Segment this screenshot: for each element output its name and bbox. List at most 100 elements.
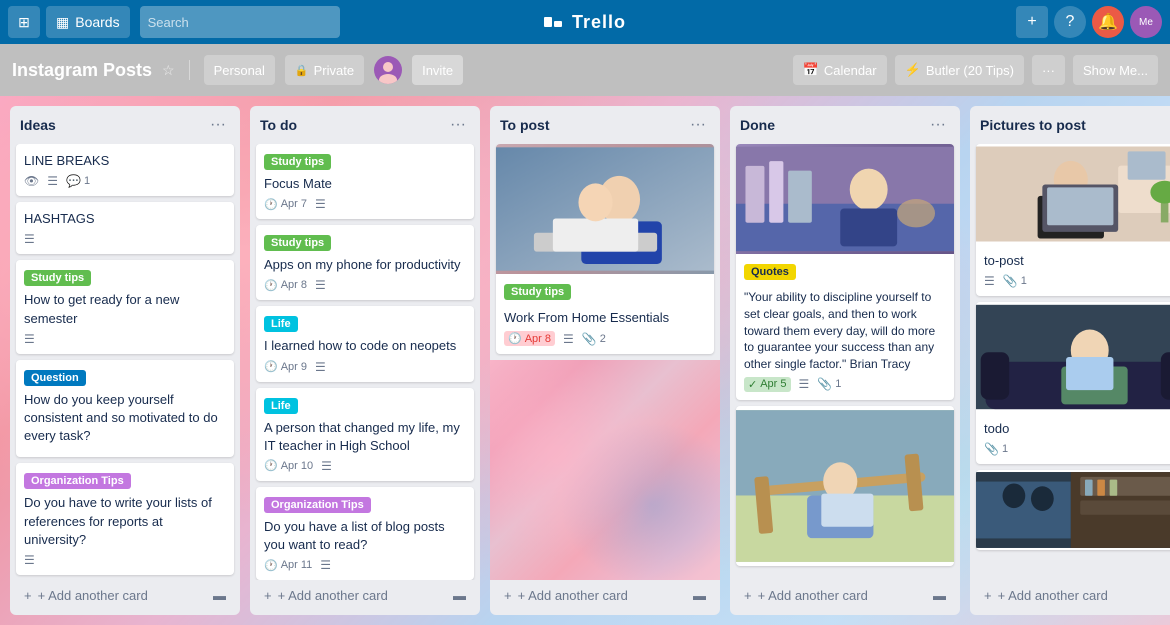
- card-label: Quotes: [744, 264, 796, 280]
- list-icon: ☰: [563, 332, 574, 346]
- card-title: How to get ready for a new semester: [24, 291, 226, 327]
- card-label: Organization Tips: [24, 473, 131, 489]
- card-it-teacher[interactable]: Life A person that changed my life, my I…: [256, 388, 474, 481]
- top-nav: ⊞ ▦ Boards Trello + ? 🔔 Me: [0, 0, 1170, 44]
- card-pic-3[interactable]: [976, 470, 1170, 550]
- clip-icon: 📎1: [984, 442, 1008, 456]
- archive-icon: ▬: [693, 588, 706, 603]
- card-focus-mate[interactable]: Study tips Focus Mate 🕐 Apr 7 ☰: [256, 144, 474, 219]
- more-button[interactable]: ···: [1032, 55, 1065, 85]
- card-title: Apps on my phone for productivity: [264, 256, 466, 274]
- notifications-button[interactable]: 🔔: [1092, 6, 1124, 38]
- column-topost: To post ···: [490, 106, 720, 615]
- card-pic-2[interactable]: todo 📎1: [976, 302, 1170, 464]
- card-title: Do you have a list of blog posts you wan…: [264, 518, 466, 554]
- column-cards-todo: Study tips Focus Mate 🕐 Apr 7 ☰ Study ti…: [250, 144, 480, 580]
- column-menu-done[interactable]: ···: [926, 114, 950, 136]
- add-card-topost[interactable]: + + Add another card ▬: [496, 582, 714, 609]
- plus-icon: +: [744, 588, 752, 603]
- card-title: A person that changed my life, my IT tea…: [264, 419, 466, 455]
- column-menu-pictures[interactable]: ···: [1166, 114, 1170, 136]
- card-label: Life: [264, 316, 298, 332]
- date-chip: 🕐 Apr 11: [264, 559, 312, 572]
- card-blog-posts[interactable]: Organization Tips Do you have a list of …: [256, 487, 474, 580]
- card-label: Life: [264, 398, 298, 414]
- add-card-todo[interactable]: + + Add another card ▬: [256, 582, 474, 609]
- card-neopets[interactable]: Life I learned how to code on neopets 🕐 …: [256, 306, 474, 381]
- column-menu-todo[interactable]: ···: [446, 114, 470, 136]
- card-meta: 🕐 Apr 7 ☰: [264, 197, 466, 211]
- trello-logo: Trello: [544, 12, 626, 33]
- card-meta: 🕐 Apr 11 ☰: [264, 558, 466, 572]
- date-chip: 🕐 Apr 8: [504, 331, 555, 346]
- date-chip: ✓ Apr 5: [744, 377, 791, 392]
- card-title: Work From Home Essentials: [504, 309, 706, 327]
- list-icon: ☰: [315, 278, 326, 292]
- list-icon: ☰: [315, 360, 326, 374]
- card-label: Study tips: [24, 270, 91, 286]
- card-line-breaks[interactable]: LINE BREAKS 👁 ☰ 💬1: [16, 144, 234, 196]
- list-icon: ☰: [320, 558, 331, 572]
- list-icon: ☰: [24, 232, 35, 246]
- archive-icon: ▬: [933, 588, 946, 603]
- card-question[interactable]: Question How do you keep yourself consis…: [16, 360, 234, 458]
- boards-label: Boards: [75, 14, 119, 30]
- list-icon: ☰: [47, 174, 58, 188]
- card-wfh[interactable]: Study tips Work From Home Essentials 🕐 A…: [496, 144, 714, 354]
- card-reading-outside[interactable]: [736, 406, 954, 566]
- column-title-ideas: Ideas: [20, 117, 56, 133]
- invite-button[interactable]: Invite: [412, 55, 463, 85]
- card-label: Organization Tips: [264, 497, 371, 513]
- card-label: Study tips: [504, 284, 571, 300]
- column-todo: To do ··· Study tips Focus Mate 🕐 Apr 7 …: [250, 106, 480, 615]
- board-actions: 📅 Calendar ⚡ Butler (20 Tips) ··· Show M…: [793, 55, 1158, 85]
- board-header: Instagram Posts ☆ Personal 🔒 Private Inv…: [0, 44, 1170, 96]
- plus-icon: +: [504, 588, 512, 603]
- column-cards-done: Quotes "Your ability to discipline yours…: [730, 144, 960, 580]
- column-menu-topost[interactable]: ···: [686, 114, 710, 136]
- clip-icon: 📎1: [1003, 274, 1027, 288]
- add-card-done[interactable]: + + Add another card ▬: [736, 582, 954, 609]
- create-button[interactable]: +: [1016, 6, 1048, 38]
- personal-button[interactable]: Personal: [204, 55, 275, 85]
- clip-icon: 📎1: [817, 377, 841, 391]
- list-icon: ☰: [984, 274, 995, 288]
- info-button[interactable]: ?: [1054, 6, 1086, 38]
- butler-button[interactable]: ⚡ Butler (20 Tips): [895, 55, 1024, 85]
- plus-icon: +: [24, 588, 32, 603]
- nav-right: + ? 🔔 Me: [1016, 6, 1162, 38]
- date-chip: 🕐 Apr 9: [264, 360, 307, 373]
- show-menu-button[interactable]: Show Me...: [1073, 55, 1158, 85]
- search-input[interactable]: [140, 6, 340, 38]
- column-header-topost: To post ···: [490, 106, 720, 144]
- plus-icon: +: [264, 588, 272, 603]
- card-label: Study tips: [264, 154, 331, 170]
- card-title: How do you keep yourself consistent and …: [24, 391, 226, 446]
- boards-button[interactable]: ▦ Boards: [46, 6, 130, 38]
- card-apps-phone[interactable]: Study tips Apps on my phone for producti…: [256, 225, 474, 300]
- private-button[interactable]: 🔒 Private: [285, 55, 364, 85]
- column-title-topost: To post: [500, 117, 550, 133]
- profile-button[interactable]: Me: [1130, 6, 1162, 38]
- star-button[interactable]: ☆: [162, 62, 175, 79]
- card-study-tips-1[interactable]: Study tips How to get ready for a new se…: [16, 260, 234, 353]
- board-title: Instagram Posts: [12, 60, 152, 81]
- column-menu-ideas[interactable]: ···: [206, 114, 230, 136]
- card-pic-1[interactable]: to-post ☰ 📎1: [976, 144, 1170, 296]
- add-card-ideas[interactable]: + + Add another card ▬: [16, 582, 234, 609]
- column-title-todo: To do: [260, 117, 297, 133]
- card-hashtags[interactable]: HASHTAGS ☰: [16, 202, 234, 254]
- card-brian-tracy[interactable]: Quotes "Your ability to discipline yours…: [736, 144, 954, 400]
- card-title: Do you have to write your lists of refer…: [24, 494, 226, 549]
- calendar-button[interactable]: 📅 Calendar: [793, 55, 887, 85]
- column-header-pictures: Pictures to post ···: [970, 106, 1170, 144]
- comment-icon: 💬1: [66, 174, 90, 188]
- column-cards-topost: Study tips Work From Home Essentials 🕐 A…: [490, 144, 720, 580]
- avatar: [374, 56, 402, 84]
- home-button[interactable]: ⊞: [8, 6, 40, 38]
- card-meta: 📎1: [984, 442, 1170, 456]
- add-card-pictures[interactable]: + + Add another card ▬: [976, 582, 1170, 609]
- card-org-tips[interactable]: Organization Tips Do you have to write y…: [16, 463, 234, 575]
- card-title: todo: [984, 420, 1170, 438]
- column-pictures: Pictures to post ···: [970, 106, 1170, 615]
